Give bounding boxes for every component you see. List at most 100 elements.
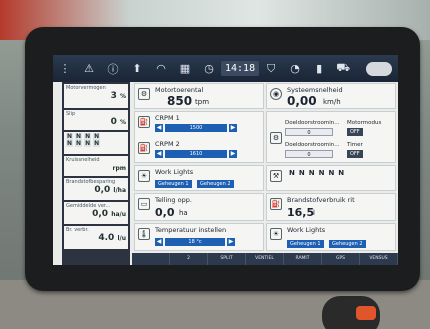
kruissnelheid-unit: rpm: [112, 165, 126, 172]
warning-icon[interactable]: ⚠: [77, 55, 101, 82]
crpm-tile[interactable]: ⛽ CRPM 1 ◀ 1500 ▶ ⛽ CRPM 2 ◀ 1610 ▶: [134, 111, 264, 163]
worklights-label: Work Lights: [155, 168, 194, 176]
motormodus-toggle[interactable]: OFF: [347, 128, 363, 136]
n-badge: N: [66, 140, 74, 147]
brandstofverbruik-tile[interactable]: ⛽ Brandstofverbruik rit 16,5 l: [266, 193, 396, 221]
telling-value: 0,0: [155, 206, 175, 219]
temperatuur-tile[interactable]: 🌡 Temperatuur instellen ◀ 18 °c ▶: [134, 223, 264, 251]
telling-tile[interactable]: ▭ Telling opp. 0,0 ha: [134, 193, 264, 221]
temperatuur-decrease-button[interactable]: ◀: [155, 238, 163, 246]
motorvermogen-value: 3: [110, 91, 117, 101]
joystick-button: [356, 306, 376, 320]
area-icon: ▭: [138, 198, 150, 210]
br-verbr-unit: l/u: [117, 235, 126, 242]
telling-unit: ha: [179, 209, 188, 217]
n-status-tile[interactable]: N N N N N N N N: [64, 132, 128, 154]
main-grid: ⚙ Motortoerental 850 tpm ◉ Systeemsnelhe…: [132, 82, 398, 253]
tab-split[interactable]: SPLIT: [208, 253, 246, 265]
crpm1-decrease-button[interactable]: ◀: [155, 124, 163, 132]
doeldoorstroom2-slider[interactable]: 0: [285, 150, 333, 158]
motormodus-label: Motormodus: [347, 120, 382, 126]
engine-icon: ⚙: [138, 88, 150, 100]
geheugen1b-button[interactable]: Geheugen 1: [287, 240, 324, 248]
gemiddelde-tile[interactable]: Gemiddelde ver... 0,0 ha/u: [64, 202, 128, 224]
motortoerental-unit: tpm: [195, 98, 210, 106]
crpm2-label: CRPM 2: [155, 140, 180, 148]
worklights-tile[interactable]: ☀ Work Lights Geheugen 1 Geheugen 2: [134, 165, 264, 191]
brandstofverbruik-unit: l: [313, 209, 315, 217]
temperatuur-slider[interactable]: 18 °c: [165, 238, 225, 246]
geheugen1-button[interactable]: Geheugen 1: [155, 180, 192, 188]
hitch-icon: ⚒: [270, 170, 282, 182]
systeemsnelheid-tile[interactable]: ◉ Systeemsnelheid 0,00 km/h: [266, 83, 396, 109]
motortoerental-tile[interactable]: ⚙ Motortoerental 850 tpm: [134, 83, 264, 109]
tab-2[interactable]: 2: [170, 253, 208, 265]
worklights2-label: Work Lights: [287, 226, 326, 234]
motortoerental-value: 850: [167, 94, 193, 108]
br-verbr-tile[interactable]: Br. verbr. 4.0 l/u: [64, 226, 128, 249]
crpm2-increase-button[interactable]: ▶: [229, 150, 237, 158]
n-badge: N: [66, 133, 74, 140]
motorvermogen-tile[interactable]: Motorvermogen 3 %: [64, 84, 128, 108]
gemiddelde-value: 0,0: [92, 209, 109, 219]
tractor-icon[interactable]: ⛟: [331, 55, 355, 82]
speedometer-icon[interactable]: ◔: [283, 55, 307, 82]
up-arrow-icon[interactable]: ⬆: [125, 55, 149, 82]
n-badge: N: [328, 169, 335, 177]
n-badge: N: [75, 140, 83, 147]
geheugen2-button[interactable]: Geheugen 2: [197, 180, 234, 188]
slip-tile[interactable]: Slip 0 %: [64, 110, 128, 130]
tab-ventiel[interactable]: VENTIEL: [246, 253, 284, 265]
worklight-icon: ☀: [138, 170, 150, 182]
n-badge: N: [93, 133, 101, 140]
motorvermogen-unit: %: [119, 93, 126, 100]
n-badge: N: [84, 133, 92, 140]
doeldoorstroom1-label: Doeldoorstroomin...: [285, 120, 340, 126]
timer-toggle[interactable]: OFF: [347, 150, 363, 158]
tab-vensus[interactable]: VENSUS: [360, 253, 398, 265]
n-badge: N: [75, 133, 83, 140]
clock-time: 14:18: [221, 61, 260, 76]
brandstofbesparing-value: 0,0: [94, 185, 111, 195]
br-verbr-value: 4.0: [98, 233, 115, 243]
settings-icon: ⚙: [270, 132, 282, 144]
bottom-tab-bar: 2 SPLIT VENTIEL RAMIT GPS VENSUS: [132, 253, 398, 265]
speed-icon: ◉: [270, 88, 282, 100]
brandstofbesparing-tile[interactable]: Brandstofbesparing 0,0 l/ha: [64, 178, 128, 200]
tab-1[interactable]: [132, 253, 170, 265]
toggle-pill[interactable]: [366, 61, 392, 76]
n-badge: N: [338, 169, 345, 177]
signal-icon: ▮: [316, 62, 323, 75]
crpm1-increase-button[interactable]: ▶: [229, 124, 237, 132]
pump-icon-2: ⛽: [138, 142, 150, 154]
crpm1-label: CRPM 1: [155, 114, 180, 122]
geheugen2b-button[interactable]: Geheugen 2: [329, 240, 366, 248]
kruissnelheid-tile[interactable]: Kruissnelheid rpm: [64, 156, 128, 176]
tab-gps[interactable]: GPS: [322, 253, 360, 265]
n-status-main-tile[interactable]: ⚒ N N N N N N: [266, 165, 396, 191]
brandstofverbruik-label: Brandstofverbruik rit: [287, 196, 355, 204]
brandstofbesparing-unit: l/ha: [113, 187, 126, 194]
info-icon[interactable]: ⓘ: [101, 55, 125, 82]
apps-grid-icon[interactable]: ▦: [173, 55, 197, 82]
n-badge: N: [289, 169, 295, 177]
fuel-icon: ⛽: [270, 198, 282, 210]
menu-icon[interactable]: ⋮: [53, 55, 77, 82]
systeemsnelheid-value: 0,00: [287, 94, 317, 108]
crpm2-decrease-button[interactable]: ◀: [155, 150, 163, 158]
top-bar: ⋮ ⚠ ⓘ ⬆ ◠ ▦ ◷ 14:18 ⛉ ◔ ▮ ⛟: [53, 55, 398, 82]
thermometer-icon: 🌡: [138, 228, 150, 240]
temperatuur-increase-button[interactable]: ▶: [227, 238, 235, 246]
crpm1-slider[interactable]: 1500: [165, 124, 227, 132]
tablet-screen: ⋮ ⚠ ⓘ ⬆ ◠ ▦ ◷ 14:18 ⛉ ◔ ▮ ⛟ Motorvermoge…: [53, 55, 398, 265]
tab-ramit[interactable]: RAMIT: [284, 253, 322, 265]
n-badge: N: [318, 169, 325, 177]
profile-icon[interactable]: ⛉: [259, 55, 283, 82]
doeldoorstroom1-slider[interactable]: 0: [285, 128, 333, 136]
temperatuur-label: Temperatuur instellen: [155, 226, 227, 234]
crpm2-slider[interactable]: 1610: [165, 150, 227, 158]
pump-icon: ⛽: [138, 116, 150, 128]
wifi-icon: ◠: [156, 62, 166, 75]
doeldoorstroom-tile[interactable]: ⚙ Doeldoorstroomin... 0 Doeldoorstroomin…: [266, 111, 396, 163]
worklights2-tile[interactable]: ☀ Work Lights Geheugen 1 Geheugen 2: [266, 223, 396, 251]
